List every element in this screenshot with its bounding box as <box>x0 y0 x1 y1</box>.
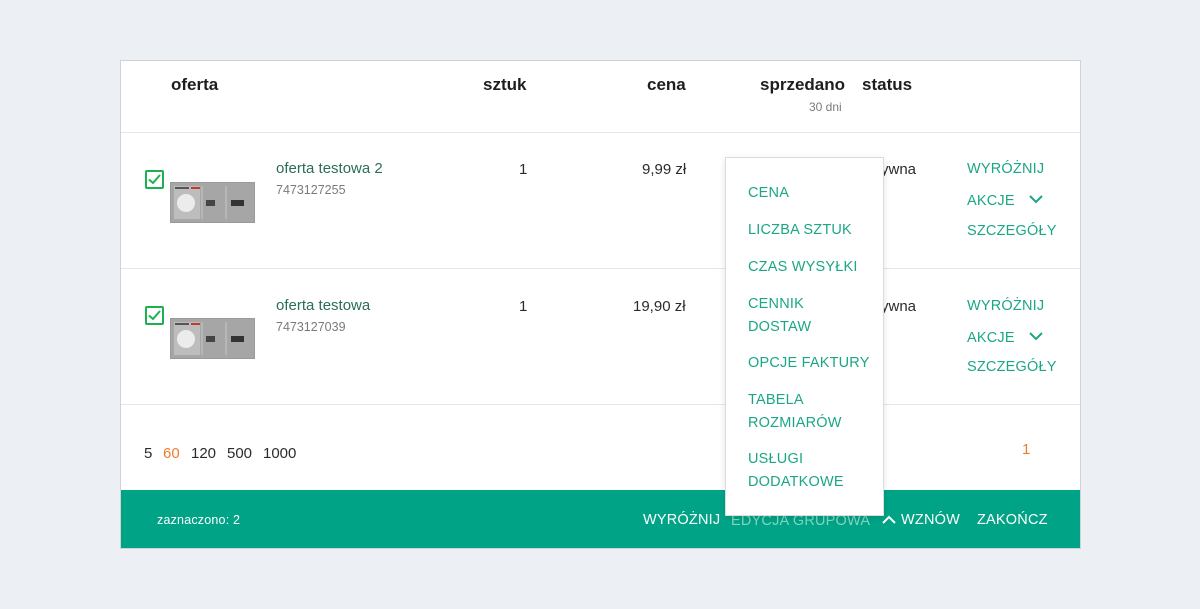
offer-name-link[interactable]: oferta testowa 2 <box>276 160 383 177</box>
chevron-down-icon <box>1029 192 1043 208</box>
check-icon <box>148 310 161 321</box>
dropdown-item-shipping-rates[interactable]: CENNIK DOSTAW <box>748 293 843 339</box>
bulk-highlight-button[interactable]: WYRÓŻNIJ <box>643 512 720 528</box>
highlight-link[interactable]: WYRÓŻNIJ <box>967 161 1044 177</box>
header-sprzedano-period: 30 dni <box>809 100 842 114</box>
per-page-option[interactable]: 1000 <box>263 445 296 462</box>
actions-menu-button[interactable]: AKCJE <box>967 329 1043 346</box>
row-checkbox[interactable] <box>145 170 164 189</box>
finish-button[interactable]: ZAKOŃCZ <box>977 512 1048 528</box>
dropdown-item-shipping-time[interactable]: CZAS WYSYŁKI <box>748 256 878 279</box>
offer-quantity: 1 <box>519 161 528 178</box>
highlight-link[interactable]: WYRÓŻNIJ <box>967 298 1044 314</box>
selected-count: zaznaczono: 2 <box>157 513 241 527</box>
offer-id: 7473127255 <box>276 183 346 197</box>
dropdown-item-invoice-options[interactable]: OPCJE FAKTURY <box>748 352 878 375</box>
row-divider <box>121 268 1080 269</box>
header-oferta[interactable]: oferta <box>171 75 218 95</box>
details-link[interactable]: SZCZEGÓŁY <box>967 359 1057 375</box>
row-divider <box>121 404 1080 405</box>
offer-thumbnail[interactable] <box>170 182 255 223</box>
offer-status: ywna <box>881 161 917 178</box>
offers-panel: oferta sztuk cena sprzedano 30 dni statu… <box>120 60 1081 549</box>
actions-label: AKCJE <box>967 330 1015 346</box>
per-page-option[interactable]: 120 <box>191 445 216 462</box>
dropdown-item-size-table[interactable]: TABELA ROZMIARÓW <box>748 389 853 435</box>
header-sprzedano[interactable]: sprzedano <box>760 75 845 95</box>
offer-price: 19,90 zł <box>633 298 686 315</box>
dropdown-item-additional-services[interactable]: USŁUGI DODATKOWE <box>748 448 853 494</box>
header-divider <box>121 132 1080 133</box>
dropdown-item-quantity[interactable]: LICZBA SZTUK <box>748 219 878 242</box>
offer-id: 7473127039 <box>276 320 346 334</box>
resume-button[interactable]: WZNÓW <box>901 512 960 528</box>
offer-image <box>174 322 244 355</box>
dropdown-item-price[interactable]: CENA <box>748 182 878 205</box>
per-page-option[interactable]: 5 <box>144 445 152 462</box>
row-checkbox[interactable] <box>145 306 164 325</box>
offer-thumbnail[interactable] <box>170 318 255 359</box>
details-link[interactable]: SZCZEGÓŁY <box>967 223 1057 239</box>
header-sztuk[interactable]: sztuk <box>483 75 526 95</box>
offer-status: ywna <box>881 298 917 315</box>
actions-label: AKCJE <box>967 193 1015 209</box>
bulk-action-bar: zaznaczono: 2 WYRÓŻNIJ EDYCJA GRUPOWA WZ… <box>121 490 1080 548</box>
check-icon <box>148 174 161 185</box>
offer-name-link[interactable]: oferta testowa <box>276 297 370 314</box>
chevron-down-icon <box>1029 329 1043 345</box>
per-page-option[interactable]: 500 <box>227 445 252 462</box>
offer-price: 9,99 zł <box>642 161 687 178</box>
page-number-current[interactable]: 1 <box>1022 441 1030 458</box>
offer-image <box>174 186 244 219</box>
bulk-edit-dropdown: CENA LICZBA SZTUK CZAS WYSYŁKI CENNIK DO… <box>725 157 884 516</box>
offer-quantity: 1 <box>519 298 528 315</box>
per-page-option-selected[interactable]: 60 <box>163 445 180 462</box>
header-status[interactable]: status <box>862 75 912 95</box>
actions-menu-button[interactable]: AKCJE <box>967 192 1043 209</box>
header-cena[interactable]: cena <box>647 75 686 95</box>
